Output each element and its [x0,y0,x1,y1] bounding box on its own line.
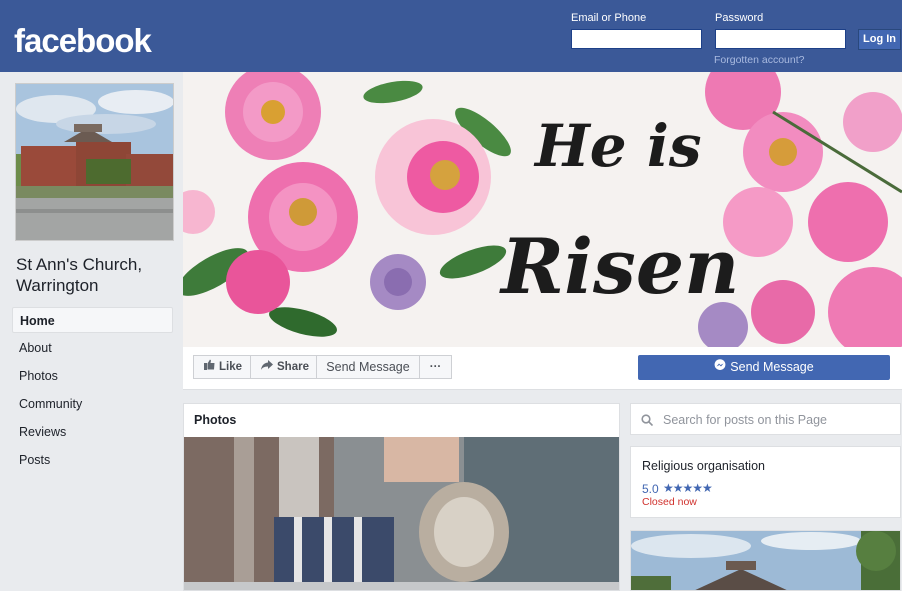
nav-item-about[interactable]: About [12,335,173,361]
rating-stars-icon: ★★★★★ [663,481,713,495]
cover-photo[interactable]: He is Risen [183,72,902,347]
church-roof-photo [631,531,900,590]
login-button[interactable]: Log In [858,29,901,50]
messenger-icon [714,356,726,379]
page-category[interactable]: Religious organisation [642,459,765,473]
church-photo [16,84,173,240]
email-field[interactable] [571,29,702,49]
nav-item-reviews[interactable]: Reviews [12,419,173,445]
cover-text-line1: He is [535,112,702,180]
password-label: Password [715,12,764,24]
page-search-input[interactable]: Search for posts on this Page [630,403,901,435]
photos-card-title[interactable]: Photos [194,413,236,427]
cover-text-line2: Risen [501,222,740,311]
email-label: Email or Phone [571,12,647,24]
page-title-line2: Warrington [16,276,99,295]
more-options-button[interactable]: ··· [419,355,452,379]
share-label: Share [277,361,309,374]
nav-item-photos[interactable]: Photos [12,363,173,389]
pouring-photo [184,437,619,590]
facebook-logo[interactable]: facebook [14,22,152,60]
forgotten-account-link[interactable]: Forgotten account? [714,54,804,66]
page-info-card: Religious organisation 5.0 ★★★★★ Closed … [630,446,901,518]
page-title: St Ann's Church, Warrington [16,254,142,296]
opening-status: Closed now [642,496,697,508]
password-field[interactable] [715,29,846,49]
top-bar: facebook Email or Phone Password Log In … [0,0,902,72]
nav-item-posts[interactable]: Posts [12,447,173,473]
photo-thumbnail[interactable] [184,437,619,590]
page-title-line1: St Ann's Church, [16,255,143,274]
like-label: Like [219,361,243,374]
search-placeholder: Search for posts on this Page [663,413,827,427]
rating-value: 5.0 [642,482,659,496]
thumbs-up-icon [204,356,215,378]
profile-picture[interactable] [15,83,174,241]
nav-item-community[interactable]: Community [12,391,173,417]
share-button[interactable]: Share [250,355,317,379]
share-arrow-icon [261,356,273,378]
photos-card: Photos [183,403,620,591]
nav-item-home[interactable]: Home [12,307,173,333]
send-message-button-secondary[interactable]: Send Message [316,355,420,379]
side-photo[interactable] [630,530,901,591]
search-icon [641,413,654,431]
send-message-button[interactable]: Send Message [638,355,890,380]
like-button[interactable]: Like [193,355,251,379]
send-message-label: Send Message [730,360,814,374]
page-action-bar: Like Share Send Message ··· Send Message [183,347,902,390]
